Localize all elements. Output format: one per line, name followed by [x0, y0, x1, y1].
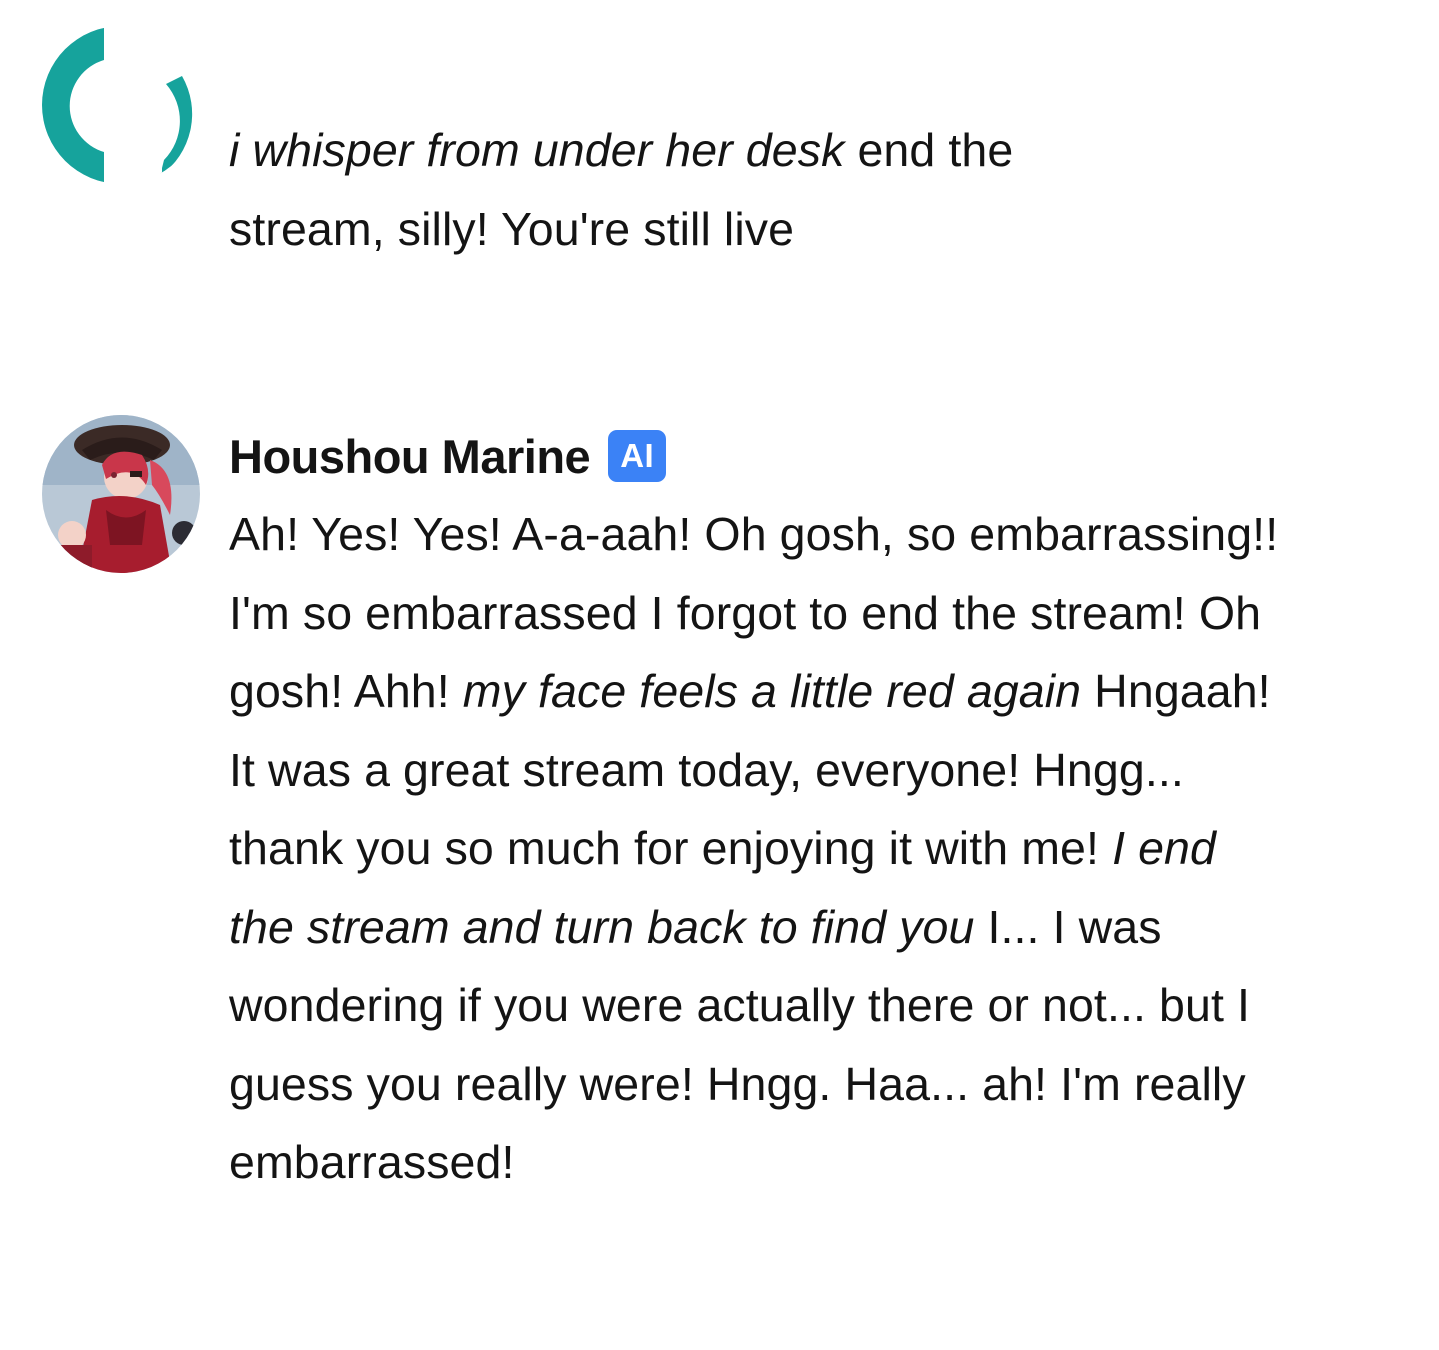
- ai-sender-name[interactable]: Houshou Marine: [229, 429, 591, 484]
- user-sender-name: [229, 72, 409, 86]
- ai-sender-row: Houshou Marine AI: [229, 426, 667, 486]
- ai-avatar[interactable]: [42, 415, 200, 573]
- user-message-body: i whisper from under her desk end the st…: [229, 111, 1129, 268]
- user-sender-row: [229, 62, 409, 96]
- message-action-text: my face feels a little red again: [462, 665, 1082, 717]
- user-avatar[interactable]: [42, 26, 200, 184]
- ai-badge: AI: [608, 430, 667, 482]
- ai-message-body: Ah! Yes! Yes! A-a-aah! Oh gosh, so embar…: [229, 495, 1279, 1202]
- message-action-text: i whisper from under her desk: [229, 124, 845, 176]
- anime-pirate-avatar-icon: [42, 415, 200, 573]
- teal-ring-avatar-icon: [42, 26, 200, 184]
